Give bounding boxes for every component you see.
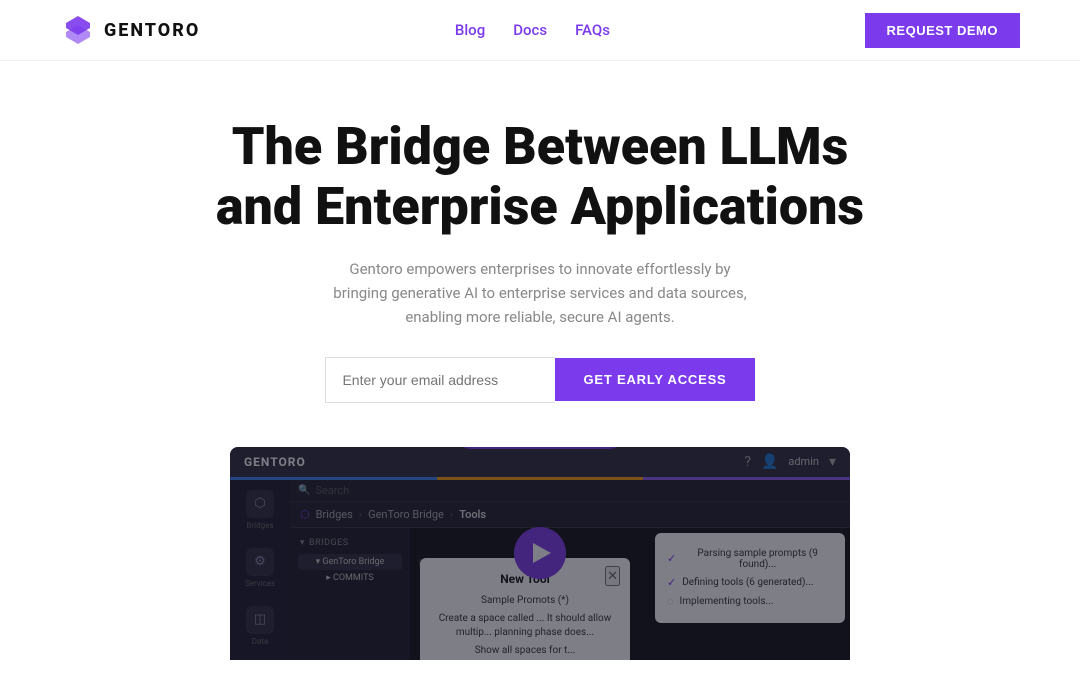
breadcrumb-sep2: › [450, 508, 453, 521]
admin-label: admin [788, 455, 819, 468]
cta-row: GET EARLY ACCESS [325, 357, 754, 403]
play-button[interactable] [514, 527, 566, 579]
app-brand-label: GENTORO [244, 455, 306, 469]
check-icon-2: ✓ [667, 576, 676, 589]
sidebar-item-data[interactable]: ◫ Data [246, 606, 274, 646]
checklist-panel: ✓ Parsing sample prompts (9 found)... ✓ … [655, 533, 845, 623]
request-demo-button[interactable]: REQUEST DEMO [865, 13, 1020, 48]
bridges-panel-header: ▾ BRIDGES [298, 536, 402, 550]
search-placeholder: Search [315, 484, 349, 497]
content-panels: ▾ BRIDGES ▾ GenToro Bridge ▸ COMMITS ···… [290, 528, 850, 660]
user-icon: 👤 [761, 454, 778, 470]
play-triangle-icon [533, 543, 551, 563]
gentoro-logo-icon [60, 12, 96, 48]
hero-section: The Bridge Between LLMs and Enterprise A… [0, 61, 1080, 696]
checklist-item-1: ✓ Parsing sample prompts (9 found)... [667, 545, 833, 573]
modal-item-1: Sample Promots (*) [434, 592, 616, 610]
hero-subtitle: Gentoro empowers enterprises to innovate… [330, 257, 750, 329]
right-panel: ··· ⊞ + Add ▤ ⊞ Ne [410, 528, 850, 660]
modal-item-2: Create a space called ... It should allo… [434, 610, 616, 642]
breadcrumb-gentoro-bridge: GenToro Bridge [368, 508, 444, 521]
search-icon: 🔍 [298, 485, 310, 496]
header: GENTORO Blog Docs FAQs REQUEST DEMO [0, 0, 1080, 61]
app-sidebar: ⬡ Bridges ⚙ Services ◫ Data 🔒 Privacy [230, 480, 290, 660]
demo-container: GENTORO ? 👤 admin ▾ ⬡ Bridges [230, 447, 850, 660]
spinner-icon: ◌ [667, 595, 674, 608]
logo-text: GENTORO [104, 20, 200, 41]
left-panel: ▾ BRIDGES ▾ GenToro Bridge ▸ COMMITS [290, 528, 410, 660]
app-topbar: GENTORO ? 👤 admin ▾ [230, 447, 850, 477]
help-icon: ? [744, 454, 751, 470]
email-input[interactable] [325, 357, 555, 403]
chevron-down-icon: ▾ [829, 454, 836, 470]
sidebar-item-services[interactable]: ⚙ Services [245, 548, 275, 588]
breadcrumb-tools: Tools [459, 508, 486, 521]
checklist-item-2: ✓ Defining tools (6 generated)... [667, 573, 833, 592]
hero-title: The Bridge Between LLMs and Enterprise A… [216, 117, 864, 237]
nav-docs[interactable]: Docs [513, 21, 547, 39]
sidebar-item-bridges[interactable]: ⬡ Bridges [246, 490, 274, 530]
breadcrumb: ⬡ Bridges › GenToro Bridge › Tools [290, 502, 850, 528]
modal-item-3: Show all spaces for t... [434, 642, 616, 660]
nav-blog[interactable]: Blog [455, 21, 485, 39]
modal-overlay: New Tool ✕ Sample Promots (*) Create a s… [410, 528, 850, 660]
checklist-item-3: ◌ Implementing tools... [667, 592, 833, 611]
bridge-breadcrumb-icon: ⬡ [300, 508, 310, 521]
panel-item-gentoro[interactable]: ▾ GenToro Bridge [298, 554, 402, 570]
main-nav: Blog Docs FAQs [455, 21, 610, 39]
breadcrumb-bridges: Bridges [316, 508, 353, 521]
nav-faqs[interactable]: FAQs [575, 21, 610, 39]
panel-item-commits[interactable]: ▸ COMMITS [298, 570, 402, 586]
logo-area: GENTORO [60, 12, 200, 48]
breadcrumb-sep1: › [359, 508, 362, 521]
topbar-right: ? 👤 admin ▾ [744, 454, 836, 470]
early-access-button[interactable]: GET EARLY ACCESS [555, 358, 754, 401]
modal-close-button[interactable]: ✕ [605, 566, 620, 586]
app-main: 🔍 Search ⬡ Bridges › GenToro Bridge › To… [290, 480, 850, 660]
check-icon-1: ✓ [667, 552, 676, 565]
search-bar: 🔍 Search [290, 480, 850, 502]
